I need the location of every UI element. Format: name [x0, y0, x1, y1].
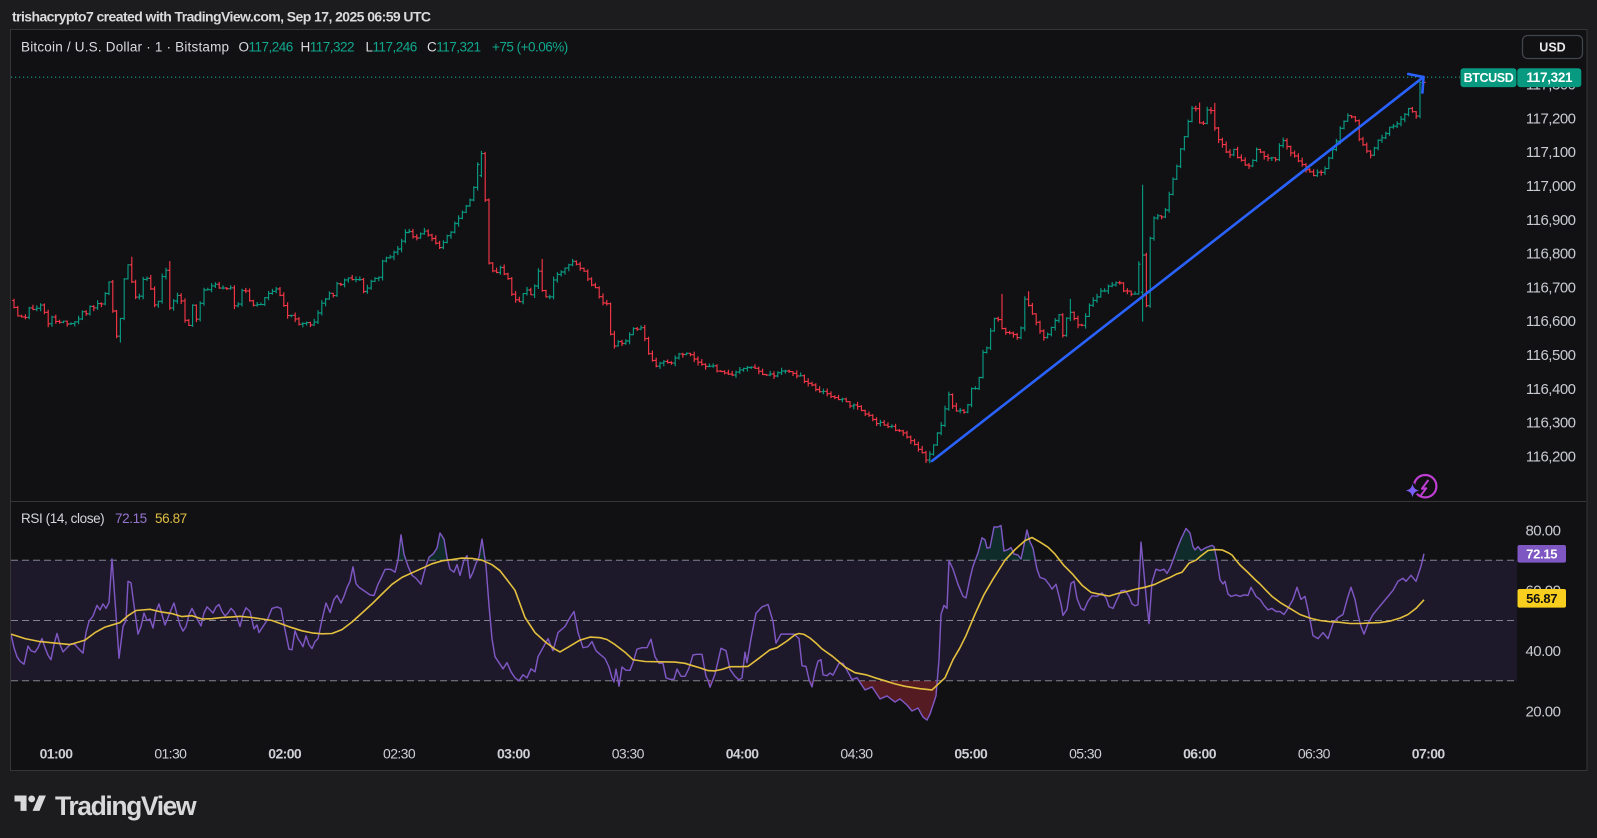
svg-text:H117,322: H117,322 [301, 40, 355, 55]
svg-text:L117,246: L117,246 [366, 40, 417, 55]
svg-text:72.15: 72.15 [1526, 546, 1557, 561]
svg-text:06:30: 06:30 [1298, 746, 1331, 762]
svg-text:117,321: 117,321 [1526, 70, 1573, 85]
svg-text:04:00: 04:00 [726, 746, 760, 762]
svg-text:04:30: 04:30 [840, 746, 873, 762]
svg-text:117,100: 117,100 [1526, 144, 1576, 161]
svg-text:117,000: 117,000 [1526, 178, 1576, 195]
svg-text:05:30: 05:30 [1069, 746, 1102, 762]
svg-text:05:00: 05:00 [954, 746, 988, 762]
svg-text:116,700: 116,700 [1526, 279, 1576, 296]
svg-text:O117,246: O117,246 [239, 40, 293, 55]
svg-text:116,300: 116,300 [1526, 415, 1576, 432]
svg-text:03:00: 03:00 [497, 746, 531, 762]
svg-text:USD: USD [1539, 40, 1565, 54]
svg-text:56.87: 56.87 [155, 511, 187, 526]
svg-text:117,200: 117,200 [1526, 110, 1576, 127]
svg-text:trishacrypto7 created with Tra: trishacrypto7 created with TradingView.c… [12, 9, 431, 25]
svg-text:116,200: 116,200 [1526, 448, 1576, 465]
svg-text:40.00: 40.00 [1525, 643, 1560, 660]
svg-text:+75 (+0.06%): +75 (+0.06%) [492, 40, 568, 55]
svg-text:TradingView: TradingView [55, 791, 197, 821]
svg-text:Bitcoin / U.S. Dollar · 1 · Bi: Bitcoin / U.S. Dollar · 1 · Bitstamp [21, 40, 229, 55]
svg-text:C117,321: C117,321 [427, 40, 481, 55]
svg-text:72.15: 72.15 [115, 511, 147, 526]
svg-text:116,400: 116,400 [1526, 381, 1576, 398]
svg-text:80.00: 80.00 [1525, 522, 1560, 539]
svg-text:BTCUSD: BTCUSD [1464, 71, 1514, 85]
svg-text:116,500: 116,500 [1526, 347, 1576, 364]
svg-text:07:00: 07:00 [1412, 746, 1446, 762]
svg-text:03:30: 03:30 [612, 746, 645, 762]
svg-text:06:00: 06:00 [1183, 746, 1217, 762]
svg-text:116,800: 116,800 [1526, 246, 1576, 263]
svg-text:56.87: 56.87 [1526, 591, 1557, 606]
svg-text:02:00: 02:00 [268, 746, 302, 762]
svg-text:RSI (14, close): RSI (14, close) [21, 511, 104, 526]
svg-text:116,600: 116,600 [1526, 313, 1576, 330]
svg-text:01:30: 01:30 [154, 746, 187, 762]
svg-text:116,900: 116,900 [1526, 212, 1576, 229]
svg-text:20.00: 20.00 [1525, 703, 1560, 720]
svg-text:02:30: 02:30 [383, 746, 416, 762]
svg-text:01:00: 01:00 [40, 746, 74, 762]
